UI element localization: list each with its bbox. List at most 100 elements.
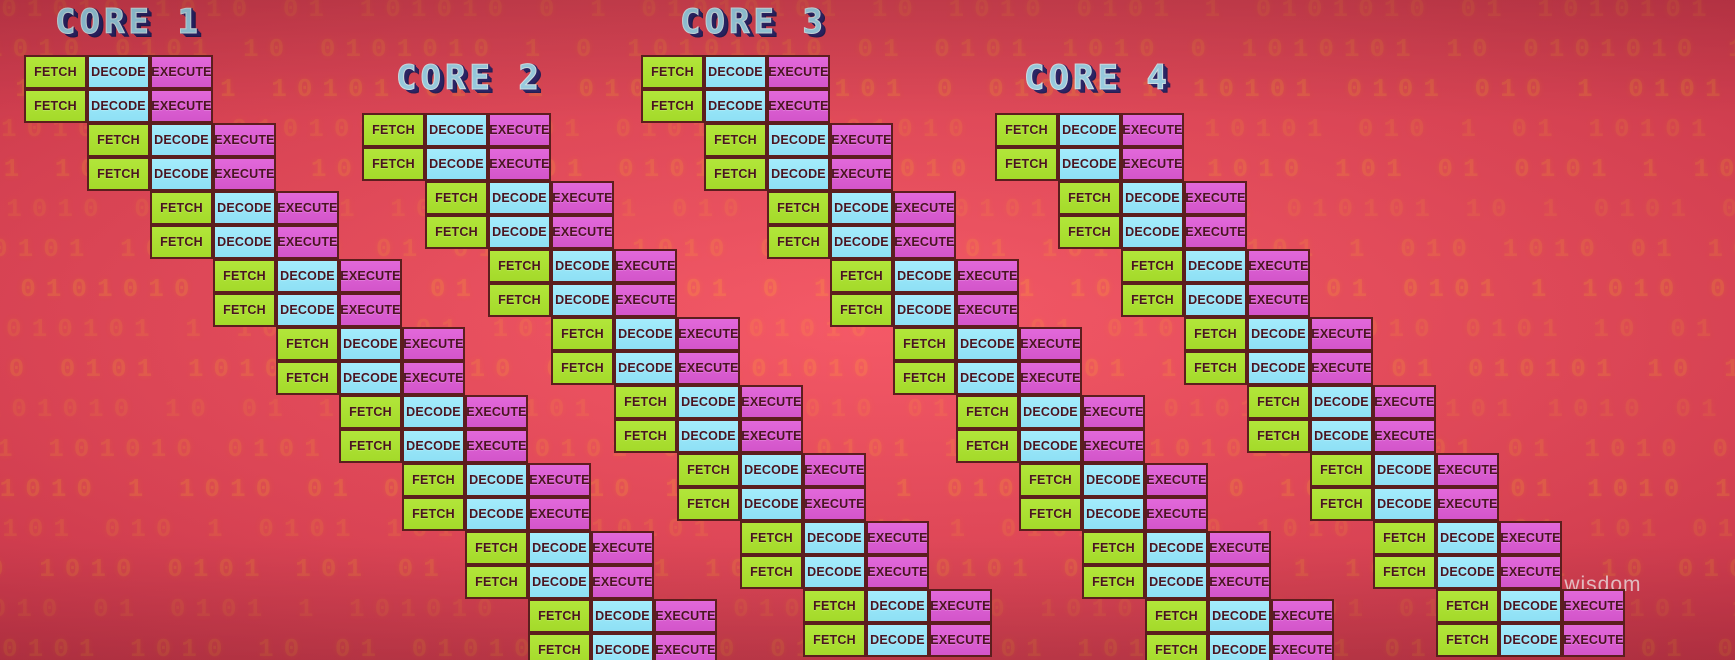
stage-cell-decode: DECODE: [1373, 487, 1436, 521]
pipeline-row: FETCH DECODE EXECUTE: [1184, 351, 1373, 385]
stage-cell-fetch: FETCH: [1247, 385, 1310, 419]
pipeline-row: FETCH DECODE EXECUTE: [465, 565, 654, 599]
stage-cell-execute: EXECUTE: [1271, 599, 1334, 633]
binary-row: 10 0101 10101 01 1010 0101 0 101010 01 1…: [0, 354, 1735, 384]
stage-cell-execute: EXECUTE: [956, 259, 1019, 293]
pipeline-row: FETCH DECODE EXECUTE: [1145, 599, 1334, 633]
stage-cell-decode: DECODE: [339, 327, 402, 361]
pipeline-row: FETCH DECODE EXECUTE: [614, 385, 803, 419]
stage-cell-decode: DECODE: [677, 385, 740, 419]
stage-cell-fetch: FETCH: [641, 55, 704, 89]
stage-cell-fetch: FETCH: [87, 157, 150, 191]
pipeline-row: FETCH DECODE EXECUTE: [362, 113, 551, 147]
stage-cell-fetch: FETCH: [767, 191, 830, 225]
stage-cell-decode: DECODE: [276, 259, 339, 293]
stage-cell-fetch: FETCH: [1058, 181, 1121, 215]
stage-cell-fetch: FETCH: [425, 215, 488, 249]
pipeline-row: FETCH DECODE EXECUTE: [213, 259, 402, 293]
core-title-4: CORE 4: [1024, 58, 1171, 99]
stage-cell-execute: EXECUTE: [1562, 589, 1625, 623]
stage-cell-fetch: FETCH: [803, 589, 866, 623]
stage-cell-decode: DECODE: [528, 531, 591, 565]
stage-cell-decode: DECODE: [87, 89, 150, 123]
stage-cell-decode: DECODE: [803, 521, 866, 555]
stage-cell-fetch: FETCH: [24, 89, 87, 123]
stage-cell-execute: EXECUTE: [1247, 249, 1310, 283]
stage-cell-execute: EXECUTE: [1373, 419, 1436, 453]
stage-cell-execute: EXECUTE: [488, 113, 551, 147]
stage-cell-execute: EXECUTE: [740, 419, 803, 453]
stage-cell-execute: EXECUTE: [1019, 327, 1082, 361]
pipeline-row: FETCH DECODE EXECUTE: [24, 55, 213, 89]
stage-cell-decode: DECODE: [830, 225, 893, 259]
stage-cell-execute: EXECUTE: [1310, 351, 1373, 385]
stage-cell-fetch: FETCH: [276, 361, 339, 395]
stage-cell-execute: EXECUTE: [1436, 487, 1499, 521]
stage-cell-execute: EXECUTE: [465, 429, 528, 463]
stage-cell-execute: EXECUTE: [929, 623, 992, 657]
stage-cell-execute: EXECUTE: [893, 225, 956, 259]
stage-cell-decode: DECODE: [425, 113, 488, 147]
stage-cell-decode: DECODE: [150, 123, 213, 157]
stage-cell-decode: DECODE: [213, 225, 276, 259]
stage-cell-execute: EXECUTE: [551, 215, 614, 249]
pipeline-row: FETCH DECODE EXECUTE: [24, 89, 213, 123]
stage-cell-fetch: FETCH: [704, 157, 767, 191]
pipeline-row: FETCH DECODE EXECUTE: [1145, 633, 1334, 660]
stage-cell-fetch: FETCH: [956, 429, 1019, 463]
stage-cell-decode: DECODE: [767, 157, 830, 191]
pipeline-row: FETCH DECODE EXECUTE: [956, 395, 1145, 429]
stage-cell-decode: DECODE: [866, 589, 929, 623]
stage-cell-fetch: FETCH: [614, 385, 677, 419]
stage-cell-decode: DECODE: [1436, 555, 1499, 589]
stage-cell-fetch: FETCH: [551, 317, 614, 351]
pipeline-row: FETCH DECODE EXECUTE: [1310, 487, 1499, 521]
pipeline-row: FETCH DECODE EXECUTE: [641, 55, 830, 89]
stage-cell-decode: DECODE: [1310, 385, 1373, 419]
stage-cell-decode: DECODE: [1436, 521, 1499, 555]
stage-cell-decode: DECODE: [488, 181, 551, 215]
binary-row: 0101010 1010 01 101010 0 1 01010101 10 1…: [0, 0, 1735, 24]
pipeline-row: FETCH DECODE EXECUTE: [465, 531, 654, 565]
pipeline-row: FETCH DECODE EXECUTE: [1247, 385, 1436, 419]
pipeline-row: FETCH DECODE EXECUTE: [551, 317, 740, 351]
stage-cell-decode: DECODE: [591, 599, 654, 633]
pipeline-row: FETCH DECODE EXECUTE: [402, 463, 591, 497]
stage-cell-decode: DECODE: [1184, 283, 1247, 317]
stage-cell-decode: DECODE: [740, 453, 803, 487]
stage-cell-execute: EXECUTE: [929, 589, 992, 623]
pipeline-row: FETCH DECODE EXECUTE: [995, 113, 1184, 147]
pipeline-row: FETCH DECODE EXECUTE: [528, 633, 717, 660]
stage-cell-execute: EXECUTE: [614, 249, 677, 283]
pipeline-row: FETCH DECODE EXECUTE: [425, 215, 614, 249]
stage-cell-execute: EXECUTE: [1208, 531, 1271, 565]
stage-cell-fetch: FETCH: [893, 327, 956, 361]
stage-cell-decode: DECODE: [1082, 463, 1145, 497]
pipeline-row: FETCH DECODE EXECUTE: [1310, 453, 1499, 487]
binary-row: 1010 0101 10 0101010 1 0 10101010 01 010…: [0, 34, 1735, 64]
stage-cell-fetch: FETCH: [87, 123, 150, 157]
stage-cell-execute: EXECUTE: [1145, 497, 1208, 531]
stage-cell-fetch: FETCH: [1373, 555, 1436, 589]
stage-cell-execute: EXECUTE: [1121, 147, 1184, 181]
stage-cell-decode: DECODE: [1247, 317, 1310, 351]
stage-cell-execute: EXECUTE: [339, 259, 402, 293]
stage-cell-fetch: FETCH: [995, 113, 1058, 147]
stage-cell-execute: EXECUTE: [213, 123, 276, 157]
pipeline-row: FETCH DECODE EXECUTE: [1058, 215, 1247, 249]
stage-cell-execute: EXECUTE: [866, 521, 929, 555]
stage-cell-execute: EXECUTE: [767, 55, 830, 89]
stage-cell-decode: DECODE: [87, 55, 150, 89]
stage-cell-fetch: FETCH: [488, 249, 551, 283]
stage-cell-execute: EXECUTE: [1184, 215, 1247, 249]
stage-cell-fetch: FETCH: [362, 147, 425, 181]
stage-cell-decode: DECODE: [465, 497, 528, 531]
stage-cell-fetch: FETCH: [1184, 317, 1247, 351]
pipeline-row: FETCH DECODE EXECUTE: [677, 453, 866, 487]
pipeline-row: FETCH DECODE EXECUTE: [551, 351, 740, 385]
stage-cell-decode: DECODE: [1208, 599, 1271, 633]
stage-cell-decode: DECODE: [1121, 215, 1184, 249]
pipeline-row: FETCH DECODE EXECUTE: [87, 123, 276, 157]
stage-cell-execute: EXECUTE: [276, 191, 339, 225]
pipeline-row: FETCH DECODE EXECUTE: [677, 487, 866, 521]
